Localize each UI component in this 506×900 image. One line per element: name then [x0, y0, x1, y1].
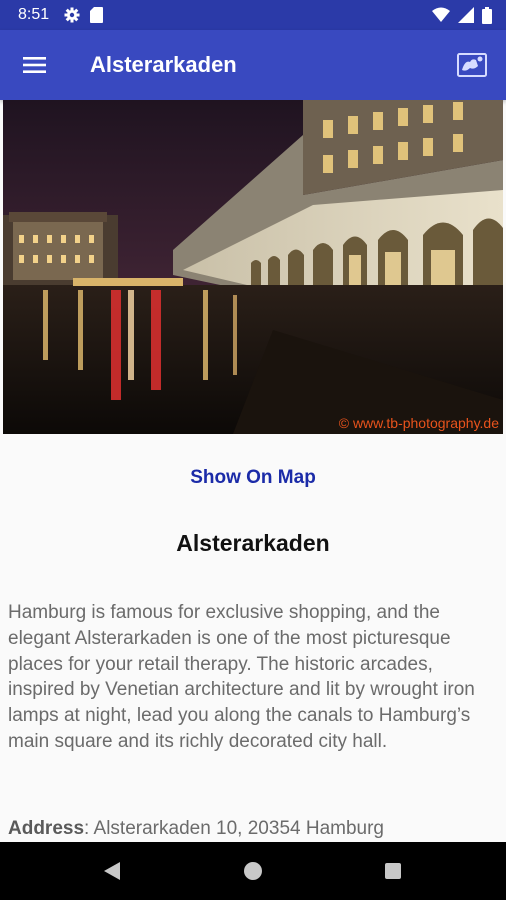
app-title: Alsterarkaden [90, 52, 237, 77]
address-label: Address [8, 818, 85, 839]
signal-icon [458, 7, 474, 23]
recents-icon[interactable] [385, 863, 401, 879]
photo-credit: © www.tb-photography.de [338, 415, 499, 431]
app-bar: Alsterarkaden [0, 30, 506, 100]
place-title: Alsterarkaden [176, 530, 330, 556]
map-view-button[interactable] [456, 50, 488, 80]
menu-icon [23, 57, 46, 73]
sd-card-icon [90, 7, 103, 23]
home-icon[interactable] [244, 862, 262, 880]
battery-icon [482, 7, 492, 24]
place-description: Hamburg is famous for exclusive shopping… [8, 602, 475, 752]
status-time: 8:51 [18, 6, 50, 23]
status-system-icons [432, 7, 492, 24]
map-icon [457, 53, 487, 77]
menu-button[interactable] [18, 51, 52, 79]
place-photo: © www.tb-photography.de [3, 100, 503, 434]
show-on-map-link[interactable]: Show On Map [0, 467, 506, 489]
settings-icon [64, 7, 80, 23]
back-icon[interactable] [103, 861, 121, 881]
photo-illustration [3, 100, 503, 434]
status-notifications [64, 7, 103, 23]
place-address: Address: Alsterarkaden 10, 20354 Hamburg [8, 818, 502, 840]
wifi-icon [432, 7, 450, 22]
address-value: : Alsterarkaden 10, 20354 Hamburg [84, 818, 384, 839]
navigation-bar [0, 842, 506, 900]
status-bar: 8:51 [0, 0, 506, 30]
